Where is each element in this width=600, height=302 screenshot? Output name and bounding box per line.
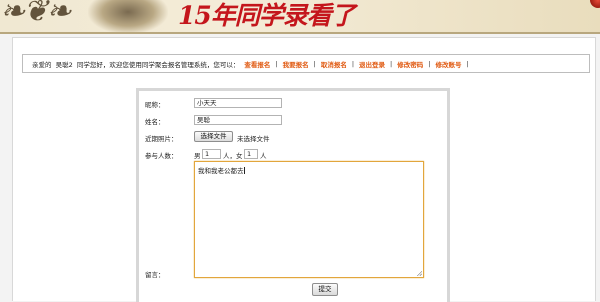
male-unit: 人， bbox=[223, 152, 236, 160]
banner-divider bbox=[0, 32, 600, 34]
resize-handle-icon[interactable] bbox=[417, 271, 422, 276]
username: 吴聪2 bbox=[55, 60, 73, 69]
participants-label: 参与人数： bbox=[145, 152, 178, 160]
main-panel: 亲爱的 吴聪2 同学您好，欢迎您使用同学聚会报名管理系统，您可以： 查看报名 | … bbox=[12, 37, 596, 302]
greeting: 亲爱的 吴聪2 同学您好，欢迎您使用同学聚会报名管理系统，您可以： bbox=[32, 59, 239, 69]
male-label: 男 bbox=[194, 152, 201, 160]
message-label: 留言： bbox=[145, 271, 165, 279]
nav-link-logout[interactable]: 退出登录 bbox=[359, 59, 385, 69]
male-count-input[interactable]: 1 bbox=[202, 149, 221, 159]
female-label: 女 bbox=[236, 152, 243, 160]
name-input[interactable]: 吴聪 bbox=[194, 115, 282, 125]
banner-decoration: ❧❦❧ bbox=[0, 0, 71, 29]
photo-label: 近期照片： bbox=[145, 135, 178, 143]
nickname-label: 昵称： bbox=[145, 101, 165, 109]
greeting-suffix: 同学您好，欢迎您使用同学聚会报名管理系统，您可以： bbox=[76, 60, 240, 69]
banner-slogan: 15年同学录看了 bbox=[178, 1, 356, 30]
file-status: 未选择文件 bbox=[237, 135, 270, 143]
submit-button[interactable]: 提交 bbox=[312, 283, 338, 296]
message-text: 我和我老公都去 bbox=[198, 167, 244, 175]
header-banner: ❧❦❧ 15年同学录看了 bbox=[0, 0, 600, 34]
corner-icon bbox=[590, 0, 600, 8]
choose-file-button[interactable]: 选择文件 bbox=[194, 131, 233, 142]
user-nav-bar: 亲爱的 吴聪2 同学您好，欢迎您使用同学聚会报名管理系统，您可以： 查看报名 | … bbox=[22, 54, 590, 73]
signup-form: 昵称： 小天天 姓名： 吴聪 近期照片： 选择文件 未选择文件 参与人数： 男 … bbox=[136, 88, 450, 302]
name-label: 姓名： bbox=[145, 118, 165, 126]
nickname-input[interactable]: 小天天 bbox=[194, 98, 282, 108]
message-textarea[interactable]: 我和我老公都去 bbox=[194, 161, 424, 278]
female-unit: 人 bbox=[260, 152, 267, 160]
nav-separator: | bbox=[351, 59, 355, 68]
nav-separator: | bbox=[428, 59, 431, 68]
female-count-input[interactable]: 1 bbox=[244, 149, 258, 159]
nav-link-change-account[interactable]: 修改账号 bbox=[435, 59, 461, 69]
text-caret bbox=[243, 167, 245, 174]
nav-separator: | bbox=[275, 59, 278, 68]
banner-image bbox=[88, 0, 168, 34]
nav-link-view-signups[interactable]: 查看报名 bbox=[244, 59, 270, 69]
greeting-prefix: 亲爱的 bbox=[32, 60, 52, 69]
nav-separator: | bbox=[313, 59, 316, 68]
nav-link-change-password[interactable]: 修改密码 bbox=[397, 59, 423, 69]
nav-separator: | bbox=[466, 59, 469, 68]
nav-link-sign-up[interactable]: 我要报名 bbox=[283, 59, 309, 69]
nav-link-cancel-signup[interactable]: 取消报名 bbox=[321, 59, 347, 69]
nav-separator: | bbox=[390, 59, 393, 68]
